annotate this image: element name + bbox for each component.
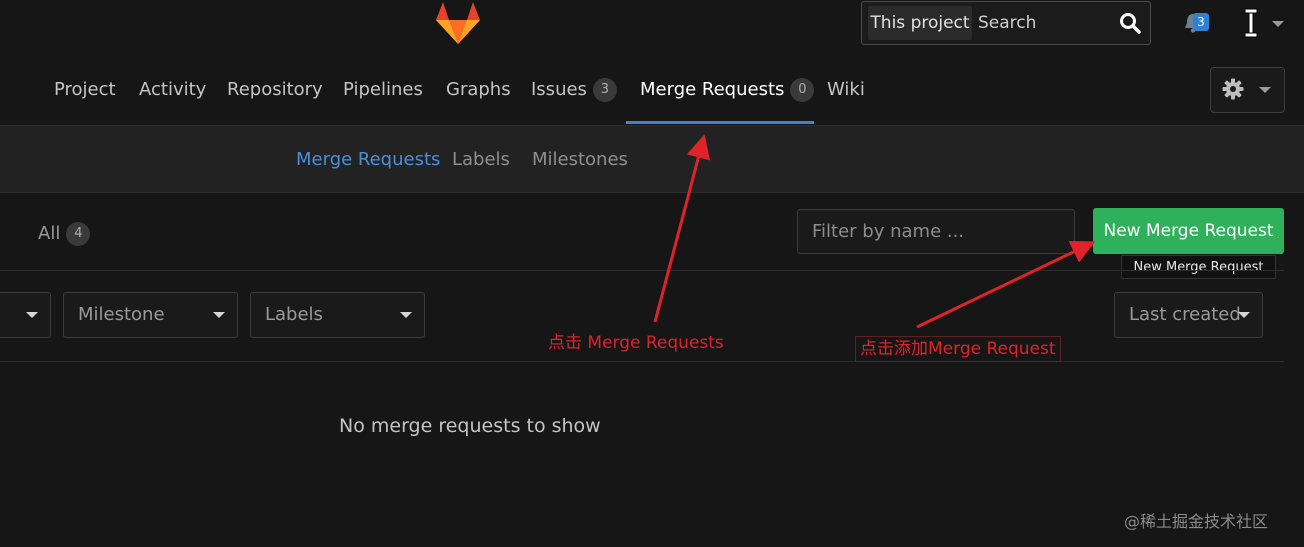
nav-item-repository[interactable]: Repository — [227, 76, 323, 104]
new-merge-request-button[interactable]: New Merge Request — [1093, 208, 1284, 254]
active-tab-indicator — [626, 121, 814, 124]
author-dropdown[interactable] — [0, 292, 51, 338]
labels-dropdown[interactable]: Labels — [250, 292, 425, 338]
milestone-dropdown[interactable]: Milestone — [63, 292, 238, 338]
subnav-item-labels[interactable]: Labels — [452, 147, 510, 173]
search-scope-label[interactable]: This project — [868, 6, 972, 40]
search-input[interactable]: Search — [978, 6, 1036, 40]
nav-item-label: Merge Requests — [640, 79, 785, 100]
chevron-down-icon — [213, 312, 225, 318]
merge-requests-count-badge: 0 — [790, 78, 815, 102]
nav-item-label: Issues — [531, 79, 587, 100]
text-cursor-icon — [1244, 8, 1258, 38]
issues-count-badge: 3 — [592, 78, 617, 102]
tab-all-label: All — [38, 223, 61, 244]
chevron-down-icon — [1259, 87, 1271, 93]
nav-item-label: Activity — [139, 79, 207, 100]
gear-icon — [1222, 78, 1244, 100]
tab-all-count-badge: 4 — [66, 222, 91, 246]
nav-item-activity[interactable]: Activity — [139, 76, 206, 104]
subnav-item-merge-requests[interactable]: Merge Requests — [296, 147, 440, 173]
annotation-arrow — [916, 240, 1096, 329]
gitlab-logo-icon[interactable] — [433, 0, 483, 46]
annotation-click-merge-requests: 点击 Merge Requests — [548, 333, 724, 353]
nav-item-label: Pipelines — [343, 79, 423, 100]
milestone-dropdown-label: Milestone — [78, 304, 165, 325]
chevron-down-icon — [1238, 312, 1250, 318]
notification-count-badge[interactable]: 3 — [1193, 13, 1209, 31]
chevron-down-icon — [400, 312, 412, 318]
nav-item-issues[interactable]: Issues 3 — [531, 76, 617, 104]
search-icon[interactable] — [1119, 12, 1141, 34]
nav-item-graphs[interactable]: Graphs — [446, 76, 511, 104]
empty-state-message: No merge requests to show — [339, 415, 601, 437]
tab-all[interactable]: All 4 — [38, 221, 91, 247]
nav-item-merge-requests[interactable]: Merge Requests 0 — [640, 76, 815, 104]
subnav-item-milestones[interactable]: Milestones — [532, 147, 628, 173]
annotation-click-add-merge-request: 点击添加Merge Request — [855, 336, 1061, 362]
watermark: @稀土掘金技术社区 — [1124, 512, 1269, 531]
nav-item-label: Graphs — [446, 79, 511, 100]
nav-item-label: Wiki — [827, 79, 865, 100]
nav-item-label: Repository — [227, 79, 323, 100]
nav-item-wiki[interactable]: Wiki — [827, 76, 865, 104]
labels-dropdown-label: Labels — [265, 304, 323, 325]
nav-item-pipelines[interactable]: Pipelines — [343, 76, 423, 104]
user-menu-chevron-down-icon[interactable] — [1272, 21, 1284, 27]
nav-item-project[interactable]: Project — [54, 76, 116, 104]
divider — [0, 361, 1284, 362]
tooltip: New Merge Request — [1121, 255, 1276, 279]
nav-item-label: Project — [54, 79, 116, 100]
filter-by-name-input[interactable] — [797, 209, 1075, 254]
sort-dropdown[interactable]: Last created — [1114, 292, 1263, 338]
sort-dropdown-label: Last created — [1129, 304, 1241, 325]
sub-navigation — [0, 125, 1304, 193]
chevron-down-icon — [26, 312, 38, 318]
divider — [0, 270, 1284, 271]
